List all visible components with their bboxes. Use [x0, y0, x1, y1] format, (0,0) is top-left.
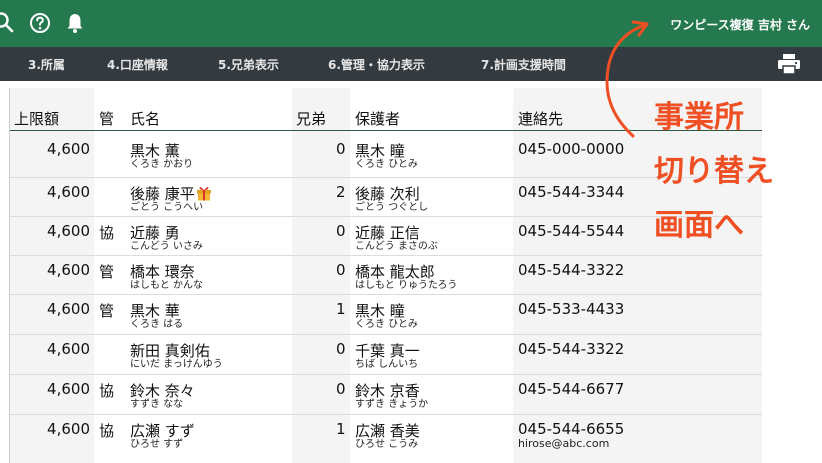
cell-limit: 4,600 — [47, 222, 90, 240]
cell-contact: 045-544-3344 — [518, 183, 625, 201]
cell-contact: 045-544-3322 — [518, 261, 625, 279]
tab-siblings[interactable]: 5.兄弟表示 — [218, 56, 279, 73]
cell-email[interactable]: hirose@abc.com — [518, 437, 609, 450]
header-name[interactable]: 氏名 — [130, 108, 160, 129]
tab-management[interactable]: 6.管理・協力表示 — [328, 56, 425, 73]
cell-kan: 管 — [99, 263, 115, 281]
cell-guardian-kana: すずき きょうか — [355, 399, 429, 410]
cell-siblings: 0 — [336, 222, 346, 240]
cell-limit: 4,600 — [47, 300, 90, 318]
tab-account-info[interactable]: 4.口座情報 — [107, 56, 168, 73]
search-icon[interactable] — [0, 11, 16, 35]
tab-plan-support-time[interactable]: 7.計画支援時間 — [481, 56, 566, 73]
cell-siblings: 1 — [336, 420, 346, 438]
row-divider — [10, 216, 762, 217]
bell-icon[interactable] — [63, 11, 87, 35]
print-icon[interactable] — [777, 53, 801, 75]
cell-limit: 4,600 — [47, 380, 90, 398]
cell-limit: 4,600 — [47, 420, 90, 438]
cell-name-kana: こんどう いさみ — [130, 241, 203, 252]
cell-guardian-kana: ひろせ こうみ — [355, 439, 419, 450]
cell-limit: 4,600 — [47, 140, 90, 158]
cell-guardian-kana: くろき ひとみ — [355, 319, 418, 330]
header-siblings[interactable]: 兄弟 — [296, 108, 326, 129]
cell-guardian-kana: こんどう まさのぶ — [355, 241, 438, 252]
cell-name-kana: はしもと かんな — [130, 280, 203, 291]
cell-limit: 4,600 — [47, 261, 90, 279]
row-divider — [10, 414, 762, 415]
cell-siblings: 0 — [336, 261, 346, 279]
cell-name-kana: ごとう こうへい — [130, 202, 204, 213]
cell-kan: 協 — [99, 224, 115, 242]
cell-contact: 045-544-6655 — [518, 420, 625, 438]
row-divider — [10, 177, 762, 178]
header-limit[interactable]: 上限額 — [14, 108, 59, 129]
cell-limit: 4,600 — [47, 340, 90, 358]
cell-guardian-kana: はしもと りゅうたろう — [355, 280, 458, 291]
cell-name-kana: すずき なな — [130, 399, 184, 410]
cell-guardian-kana: ごとう つぐとし — [355, 202, 429, 213]
row-divider — [10, 334, 762, 335]
annotation-line-2: 切り替え — [654, 154, 774, 189]
cell-contact: 045-533-4433 — [518, 300, 625, 318]
cell-siblings: 0 — [336, 140, 346, 158]
cell-name-kana: くろき かおり — [130, 159, 194, 170]
cell-contact: 045-544-3322 — [518, 340, 625, 358]
top-bar: ワンピース複復 吉村 さん — [0, 0, 822, 47]
tab-affiliation[interactable]: 3.所属 — [28, 56, 65, 73]
cell-name-kana: ひろせ すず — [130, 439, 184, 450]
cell-kan: 管 — [99, 302, 115, 320]
cell-guardian-kana: くろき ひとみ — [355, 159, 418, 170]
nav-bar: 3.所属 4.口座情報 5.兄弟表示 6.管理・協力表示 7.計画支援時間 — [0, 47, 822, 81]
cell-siblings: 2 — [336, 183, 346, 201]
header-guardian[interactable]: 保護者 — [355, 108, 400, 129]
help-icon[interactable] — [28, 11, 52, 35]
cell-siblings: 0 — [336, 380, 346, 398]
annotation-line-3: 画面へ — [654, 208, 744, 243]
cell-guardian-kana: ちば しんいち — [355, 359, 419, 370]
header-contact[interactable]: 連絡先 — [518, 108, 563, 129]
office-user-label[interactable]: ワンピース複復 吉村 さん — [670, 16, 810, 33]
row-divider — [10, 255, 762, 256]
cell-siblings: 0 — [336, 340, 346, 358]
cell-name-kana: くろき はる — [130, 319, 184, 330]
row-divider — [10, 294, 762, 295]
row-divider — [10, 374, 762, 375]
cell-contact: 045-544-6677 — [518, 380, 625, 398]
header-kan[interactable]: 管 — [99, 108, 114, 129]
cell-limit: 4,600 — [47, 183, 90, 201]
cell-siblings: 1 — [336, 300, 346, 318]
annotation-line-1: 事業所 — [654, 100, 744, 135]
cell-kan: 協 — [99, 422, 115, 440]
cell-kan: 協 — [99, 382, 115, 400]
cell-contact: 045-544-5544 — [518, 222, 625, 240]
cell-contact: 045-000-0000 — [518, 140, 625, 158]
cell-name-kana: にいだ まっけんゆう — [130, 359, 223, 370]
